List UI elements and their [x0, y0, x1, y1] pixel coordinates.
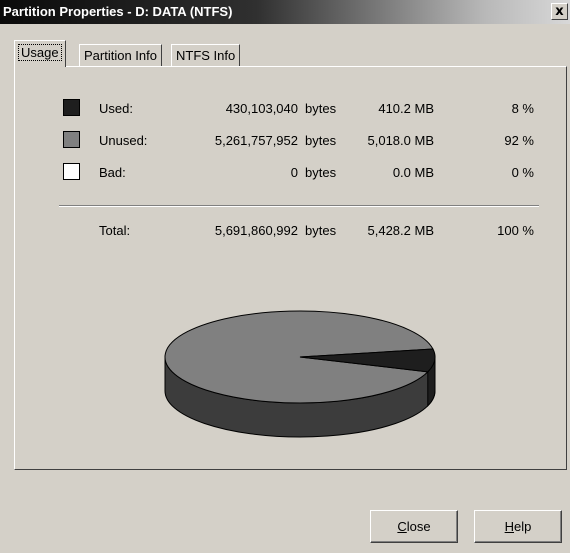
used-unit: bytes: [305, 101, 337, 116]
tab-partition-info-label: Partition Info: [84, 48, 157, 63]
total-divider: [59, 205, 539, 207]
tab-ntfs-info-label: NTFS Info: [176, 48, 236, 63]
total-label: Total:: [99, 223, 131, 238]
used-swatch: [63, 99, 80, 116]
unused-unit: bytes: [305, 133, 337, 148]
close-button-mnemonic: C: [397, 519, 407, 534]
title-bar[interactable]: Partition Properties - D: DATA (NTFS) x: [0, 0, 570, 24]
usage-row-bad: Bad: 0 bytes 0.0 MB 0 %: [15, 163, 568, 183]
close-button[interactable]: Close: [370, 510, 458, 543]
total-percent: 100 %: [497, 223, 534, 238]
tab-partition-info[interactable]: Partition Info: [79, 44, 162, 66]
help-button[interactable]: Help: [474, 510, 562, 543]
unused-mb: 5,018.0 MB: [367, 133, 435, 148]
unused-swatch: [63, 131, 80, 148]
window-title: Partition Properties - D: DATA (NTFS): [3, 4, 233, 19]
bad-mb: 0.0 MB: [392, 165, 434, 180]
close-window-icon[interactable]: x: [551, 3, 568, 20]
unused-percent: 92 %: [504, 133, 534, 148]
help-button-mnemonic: H: [504, 519, 515, 534]
usage-pie-chart: [164, 310, 436, 438]
usage-row-total: Total: 5,691,860,992 bytes 5,428.2 MB 10…: [15, 221, 568, 241]
total-mb: 5,428.2 MB: [367, 223, 435, 238]
tab-usage[interactable]: Usage: [14, 40, 66, 67]
used-label: Used:: [99, 101, 133, 116]
bad-percent: 0 %: [511, 165, 534, 180]
bad-swatch: [63, 163, 80, 180]
total-bytes: 5,691,860,992: [214, 223, 298, 238]
bad-unit: bytes: [305, 165, 337, 180]
used-bytes: 430,103,040: [225, 101, 298, 116]
help-button-label: elp: [514, 519, 532, 534]
tab-ntfs-info[interactable]: NTFS Info: [171, 44, 241, 66]
total-unit: bytes: [305, 223, 337, 238]
bad-bytes: 0: [290, 165, 298, 180]
close-button-label: lose: [406, 519, 431, 534]
used-mb: 410.2 MB: [378, 101, 434, 116]
usage-panel: Used: 430,103,040 bytes 410.2 MB 8 % Unu…: [14, 66, 567, 470]
tab-usage-label: Usage: [18, 44, 62, 61]
usage-row-unused: Unused: 5,261,757,952 bytes 5,018.0 MB 9…: [15, 131, 568, 151]
usage-row-used: Used: 430,103,040 bytes 410.2 MB 8 %: [15, 99, 568, 119]
used-percent: 8 %: [511, 101, 534, 116]
bad-label: Bad:: [99, 165, 126, 180]
unused-bytes: 5,261,757,952: [214, 133, 298, 148]
unused-label: Unused:: [99, 133, 148, 148]
